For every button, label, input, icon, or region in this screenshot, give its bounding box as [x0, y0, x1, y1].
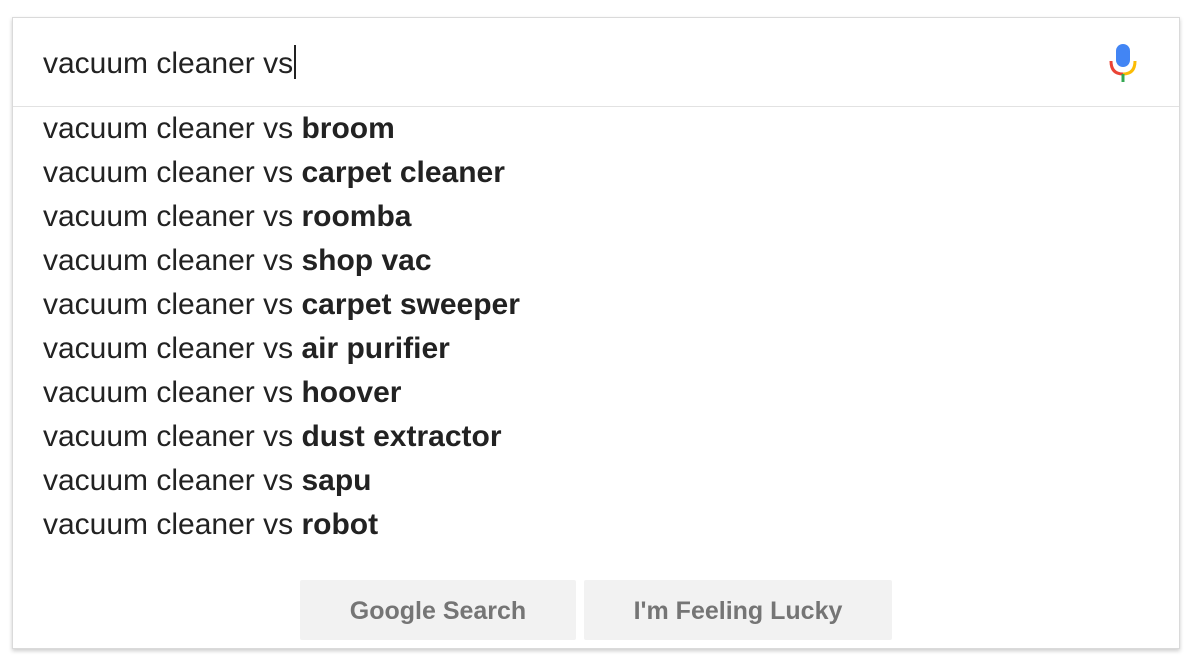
- suggestion-item[interactable]: vacuum cleaner vs sapu: [13, 459, 1179, 503]
- suggestion-prefix: vacuum cleaner vs: [43, 420, 302, 453]
- search-box[interactable]: vacuum cleaner vs: [13, 18, 1179, 107]
- feeling-lucky-button[interactable]: I'm Feeling Lucky: [584, 580, 892, 640]
- suggestion-prefix: vacuum cleaner vs: [43, 112, 302, 145]
- suggestion-prefix: vacuum cleaner vs: [43, 288, 302, 321]
- search-input[interactable]: vacuum cleaner vs: [43, 45, 297, 82]
- suggestion-completion: sapu: [301, 464, 372, 497]
- google-search-button[interactable]: Google Search: [300, 580, 576, 640]
- suggestion-completion: dust extractor: [301, 420, 502, 453]
- suggestion-prefix: vacuum cleaner vs: [43, 376, 302, 409]
- button-row: Google Search I'm Feeling Lucky: [13, 580, 1179, 640]
- suggestion-prefix: vacuum cleaner vs: [43, 508, 302, 541]
- text-cursor: [294, 45, 297, 79]
- suggestion-completion: roomba: [301, 200, 412, 233]
- suggestion-item[interactable]: vacuum cleaner vs robot: [13, 503, 1179, 547]
- suggestion-item[interactable]: vacuum cleaner vs broom: [13, 107, 1179, 151]
- suggestion-item[interactable]: vacuum cleaner vs dust extractor: [13, 415, 1179, 459]
- suggestion-item[interactable]: vacuum cleaner vs shop vac: [13, 239, 1179, 283]
- suggestion-list: vacuum cleaner vs broom vacuum cleaner v…: [13, 107, 1179, 547]
- suggestion-prefix: vacuum cleaner vs: [43, 200, 302, 233]
- suggestion-item[interactable]: vacuum cleaner vs hoover: [13, 371, 1179, 415]
- suggestion-prefix: vacuum cleaner vs: [43, 464, 302, 497]
- suggestion-completion: carpet cleaner: [301, 156, 505, 189]
- suggestion-completion: air purifier: [301, 332, 450, 365]
- suggestion-prefix: vacuum cleaner vs: [43, 156, 302, 189]
- suggestion-prefix: vacuum cleaner vs: [43, 332, 302, 365]
- search-query-text: vacuum cleaner vs: [43, 47, 294, 80]
- suggestion-completion: broom: [301, 112, 395, 145]
- suggestion-prefix: vacuum cleaner vs: [43, 244, 302, 277]
- suggestion-completion: robot: [301, 508, 379, 541]
- suggestion-completion: shop vac: [301, 244, 432, 277]
- suggestion-completion: hoover: [301, 376, 402, 409]
- suggestion-item[interactable]: vacuum cleaner vs air purifier: [13, 327, 1179, 371]
- suggestion-item[interactable]: vacuum cleaner vs roomba: [13, 195, 1179, 239]
- search-dropdown-panel: vacuum cleaner vs vacuum cleaner vs broo…: [12, 17, 1180, 649]
- suggestion-completion: carpet sweeper: [301, 288, 520, 321]
- suggestion-item[interactable]: vacuum cleaner vs carpet sweeper: [13, 283, 1179, 327]
- suggestion-item[interactable]: vacuum cleaner vs carpet cleaner: [13, 151, 1179, 195]
- microphone-icon[interactable]: [1107, 42, 1139, 84]
